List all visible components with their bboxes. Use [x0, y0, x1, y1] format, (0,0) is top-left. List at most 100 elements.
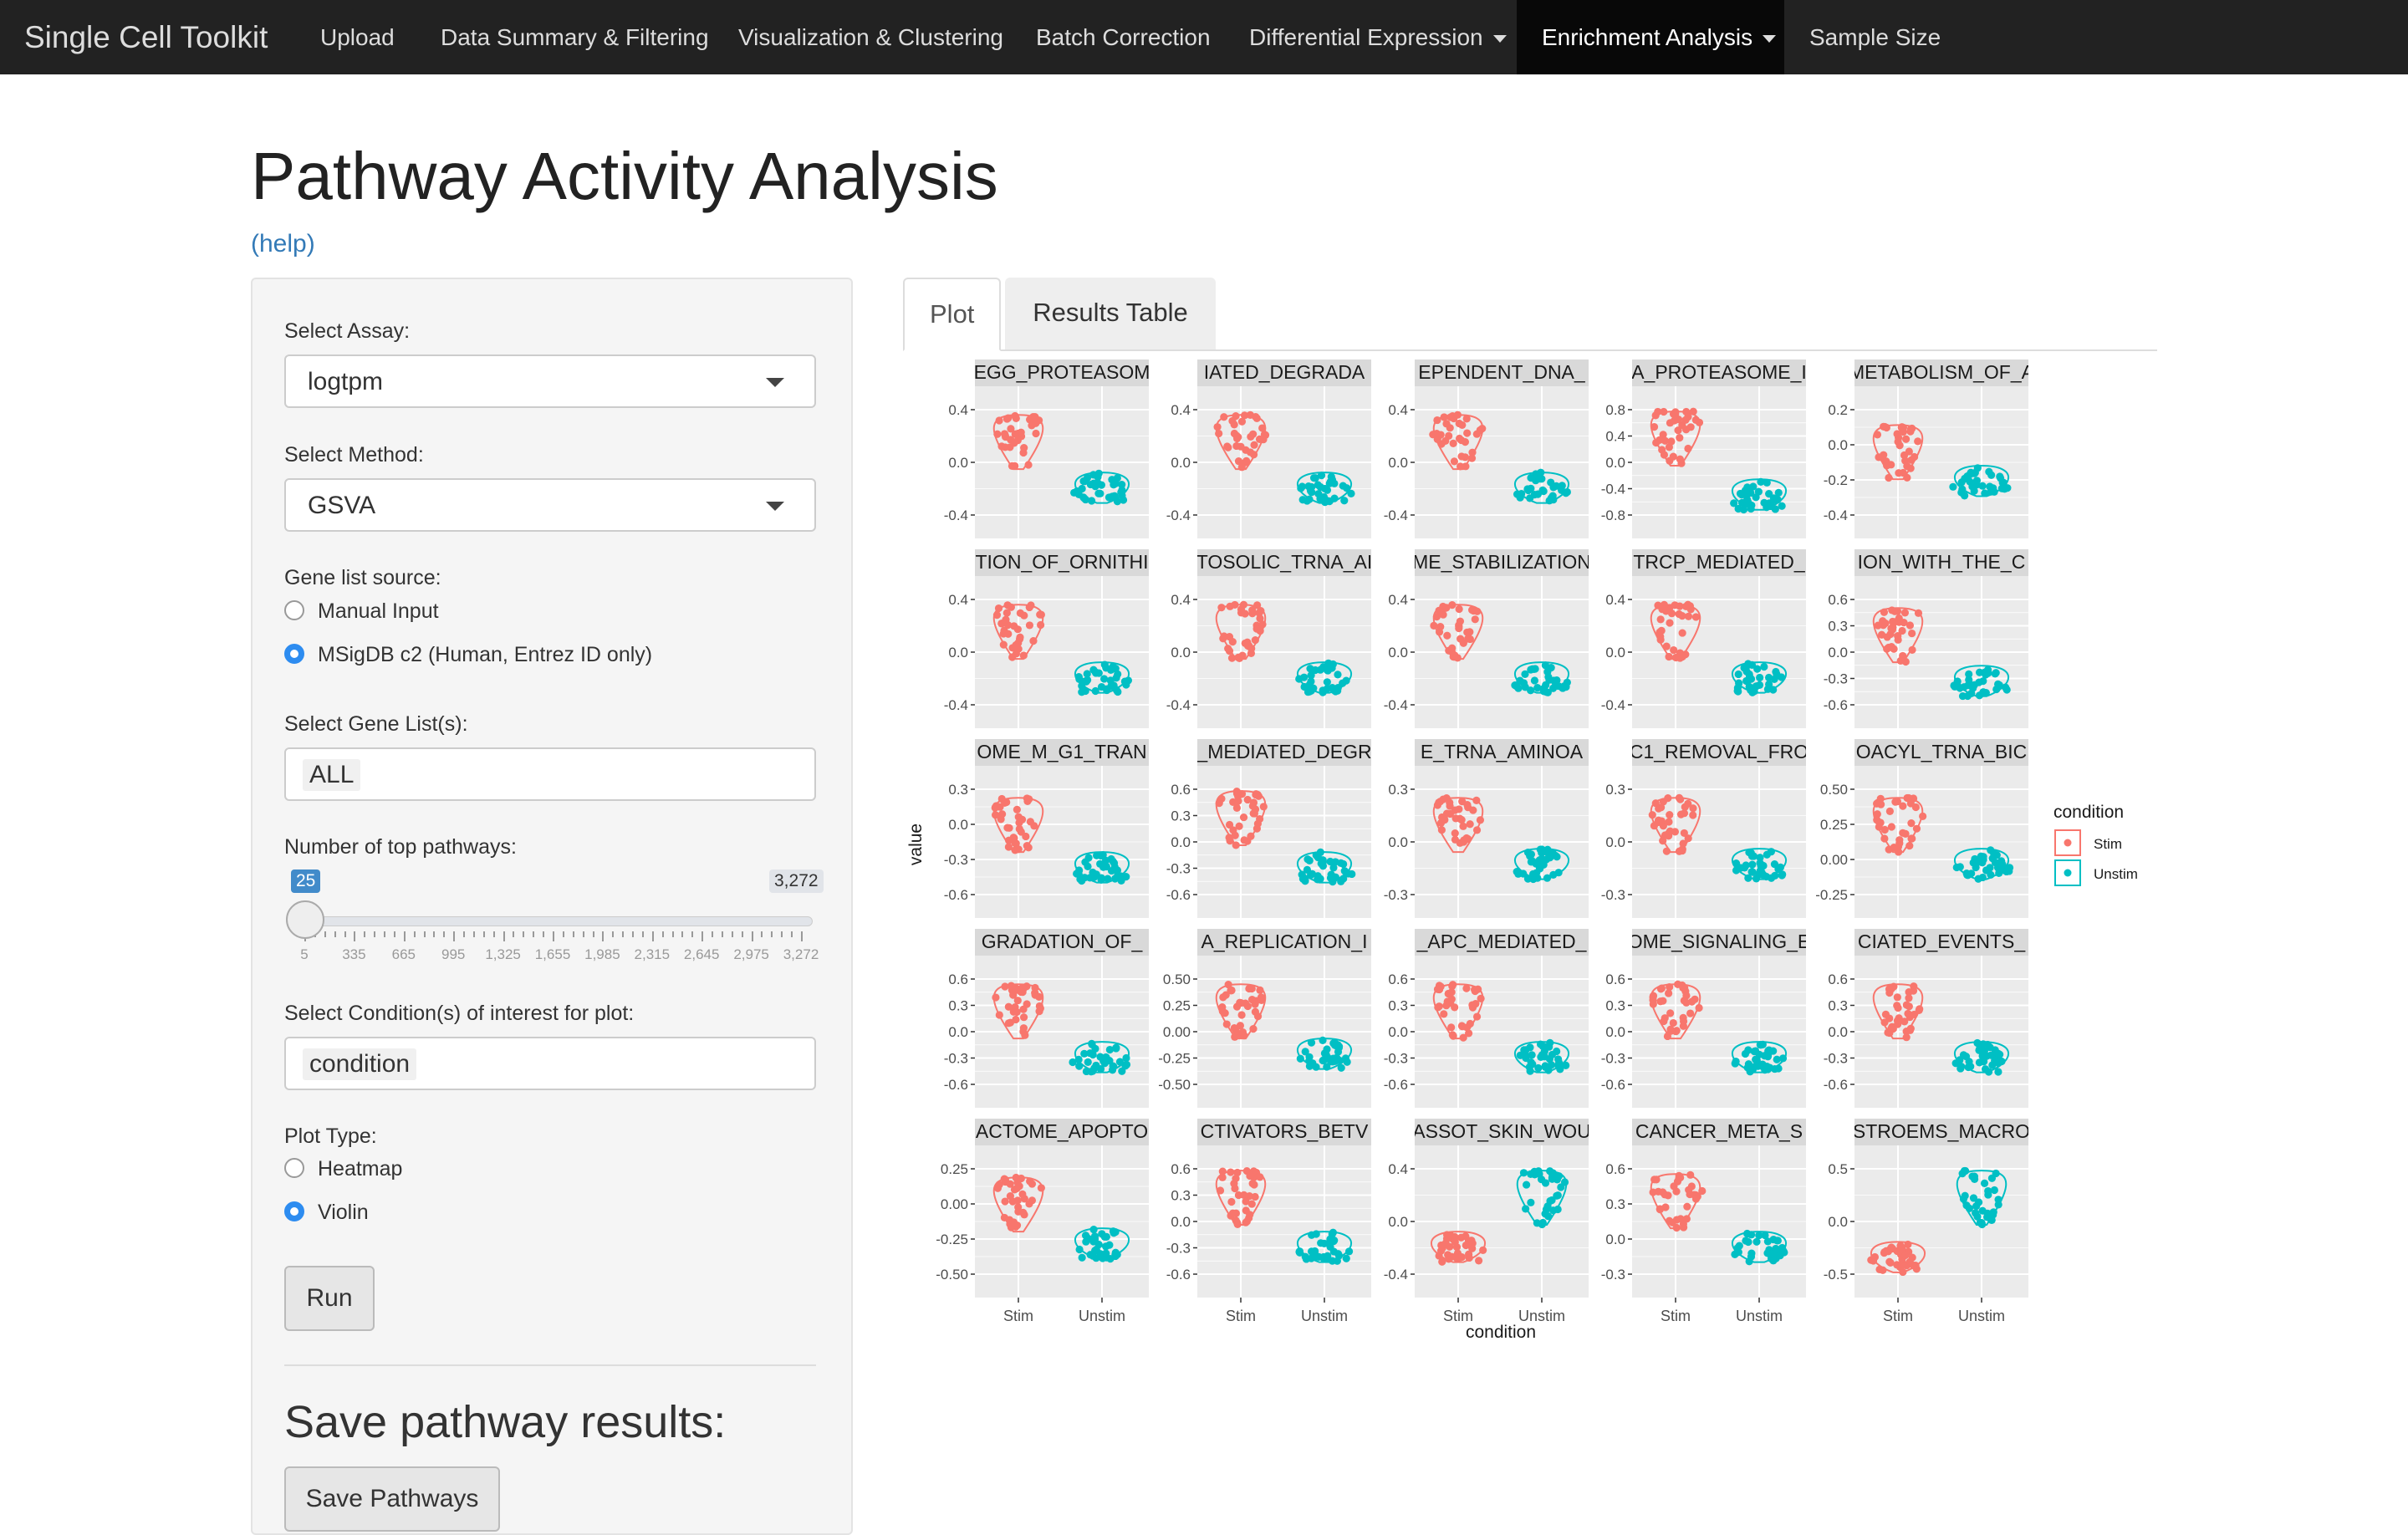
radio-violin[interactable]: Violin — [284, 1201, 369, 1225]
y-tick-label: 0.6 — [1828, 971, 1848, 987]
facet-strip-label: OME_SIGNALING_E — [1628, 931, 1811, 952]
data-point — [1343, 1058, 1351, 1066]
nav-differential-expression[interactable]: Differential Expression — [1224, 0, 1532, 74]
data-point — [1441, 815, 1449, 824]
data-point — [1667, 437, 1676, 446]
y-tick-label: 0.25 — [1163, 998, 1191, 1014]
help-link[interactable]: (help) — [251, 230, 315, 258]
y-tick-label: 0.0 — [1605, 1232, 1625, 1247]
data-point — [1311, 474, 1319, 482]
data-point — [1458, 1022, 1467, 1031]
radio-on-icon — [284, 644, 304, 665]
data-point — [1122, 681, 1130, 689]
data-point — [1885, 807, 1894, 816]
slider-track[interactable] — [293, 916, 813, 926]
data-point — [1455, 604, 1463, 614]
assay-select[interactable]: logtpm — [284, 354, 816, 408]
data-point — [1016, 633, 1024, 641]
data-point — [1962, 1201, 1971, 1210]
x-tick-label: Unstim — [1958, 1308, 2005, 1324]
data-point — [1543, 667, 1552, 676]
y-tick-label: 0.4 — [1388, 402, 1408, 418]
y-tick-label: -0.3 — [1384, 1051, 1408, 1067]
data-point — [1243, 1002, 1252, 1011]
slider-value-badge: 25 — [291, 869, 321, 893]
data-point — [1253, 790, 1262, 799]
y-tick-label: 0.3 — [1388, 998, 1408, 1014]
slider-minor-tick — [533, 931, 535, 937]
data-point — [1547, 478, 1555, 487]
y-tick-label: 0.3 — [1605, 782, 1625, 798]
data-point — [1956, 1056, 1964, 1064]
data-point — [1249, 1025, 1258, 1033]
tab-plot[interactable]: Plot — [903, 278, 1002, 351]
brand-title[interactable]: Single Cell Toolkit — [24, 0, 268, 74]
save-heading: Save pathway results: — [284, 1397, 727, 1447]
facet-panel: CTIVATORS_BETV 0.6 0.3 0.0 -0.3 -0.6 Stim Unsti… — [1166, 1119, 1371, 1324]
data-point — [1734, 670, 1742, 679]
radio-manual-input[interactable]: Manual Input — [284, 599, 439, 624]
tab-results-table[interactable]: Results Table — [1005, 278, 1216, 349]
data-point — [997, 620, 1006, 628]
y-tick-label: -0.6 — [944, 887, 968, 903]
save-pathways-button[interactable]: Save Pathways — [284, 1466, 500, 1532]
nav-upload[interactable]: Upload — [295, 0, 420, 74]
data-point — [1259, 803, 1268, 811]
data-point — [1016, 609, 1024, 618]
data-point — [1307, 1038, 1316, 1047]
data-point — [1347, 489, 1355, 497]
y-tick-label: 0.00 — [1820, 852, 1848, 868]
run-button[interactable]: Run — [284, 1266, 375, 1331]
data-point — [1078, 681, 1086, 690]
condition-input[interactable]: condition — [284, 1037, 816, 1090]
slider-tick-label: 2,975 — [733, 946, 769, 962]
slider-handle[interactable] — [286, 900, 324, 939]
data-point — [1466, 1019, 1474, 1028]
y-tick-label: -0.4 — [1166, 507, 1191, 523]
facet-strip-label: ME_STABILIZATION — [1412, 551, 1591, 573]
data-point — [1239, 813, 1248, 822]
nav-sample-size[interactable]: Sample Size — [1784, 0, 1966, 74]
data-point — [1676, 795, 1685, 803]
data-point — [1024, 461, 1033, 469]
data-point — [1657, 803, 1666, 812]
nav-enrichment-analysis[interactable]: Enrichment Analysis — [1517, 0, 1784, 74]
data-point — [1756, 854, 1764, 862]
data-point — [1084, 862, 1092, 870]
data-point — [1691, 1195, 1701, 1203]
data-point — [1684, 444, 1692, 453]
data-point — [1757, 862, 1765, 870]
data-point — [1324, 1255, 1332, 1263]
facet-panel: E_TRNA_AMINOA 0.3 0.0 -0.3 — [1384, 739, 1589, 918]
data-point — [1742, 663, 1751, 671]
data-point — [1319, 1036, 1327, 1045]
data-point — [1882, 457, 1890, 466]
nav-visualization-clustering[interactable]: Visualization & Clustering — [713, 0, 1028, 74]
radio-msigdb-c2[interactable]: MSigDB c2 (Human, Entrez ID only) — [284, 643, 652, 667]
data-point — [1309, 1059, 1317, 1068]
data-point — [1902, 1033, 1911, 1042]
nav-batch-correction[interactable]: Batch Correction — [1011, 0, 1236, 74]
data-point — [1533, 490, 1542, 498]
data-point — [1523, 875, 1533, 883]
slider-minor-tick — [681, 931, 684, 937]
data-point — [1029, 637, 1038, 645]
data-point — [1682, 1215, 1691, 1223]
slider-minor-tick — [731, 931, 733, 937]
data-point — [1440, 1010, 1448, 1018]
data-point — [1731, 1059, 1739, 1068]
data-point — [1665, 652, 1673, 661]
slider-max-badge: 3,272 — [769, 869, 824, 893]
radio-heatmap[interactable]: Heatmap — [284, 1157, 402, 1181]
y-tick-label: -0.4 — [1384, 507, 1408, 523]
data-point — [1456, 1253, 1464, 1262]
data-point — [1908, 645, 1916, 654]
data-point — [1752, 1237, 1761, 1246]
nav-data-summary-filtering[interactable]: Data Summary & Filtering — [416, 0, 734, 74]
method-select[interactable]: GSVA — [284, 478, 816, 532]
data-point — [1683, 1202, 1691, 1211]
data-point — [1115, 1058, 1125, 1066]
page-title: Pathway Activity Analysis — [251, 139, 998, 213]
genelist-input[interactable]: ALL — [284, 747, 816, 801]
data-point — [1463, 429, 1472, 437]
